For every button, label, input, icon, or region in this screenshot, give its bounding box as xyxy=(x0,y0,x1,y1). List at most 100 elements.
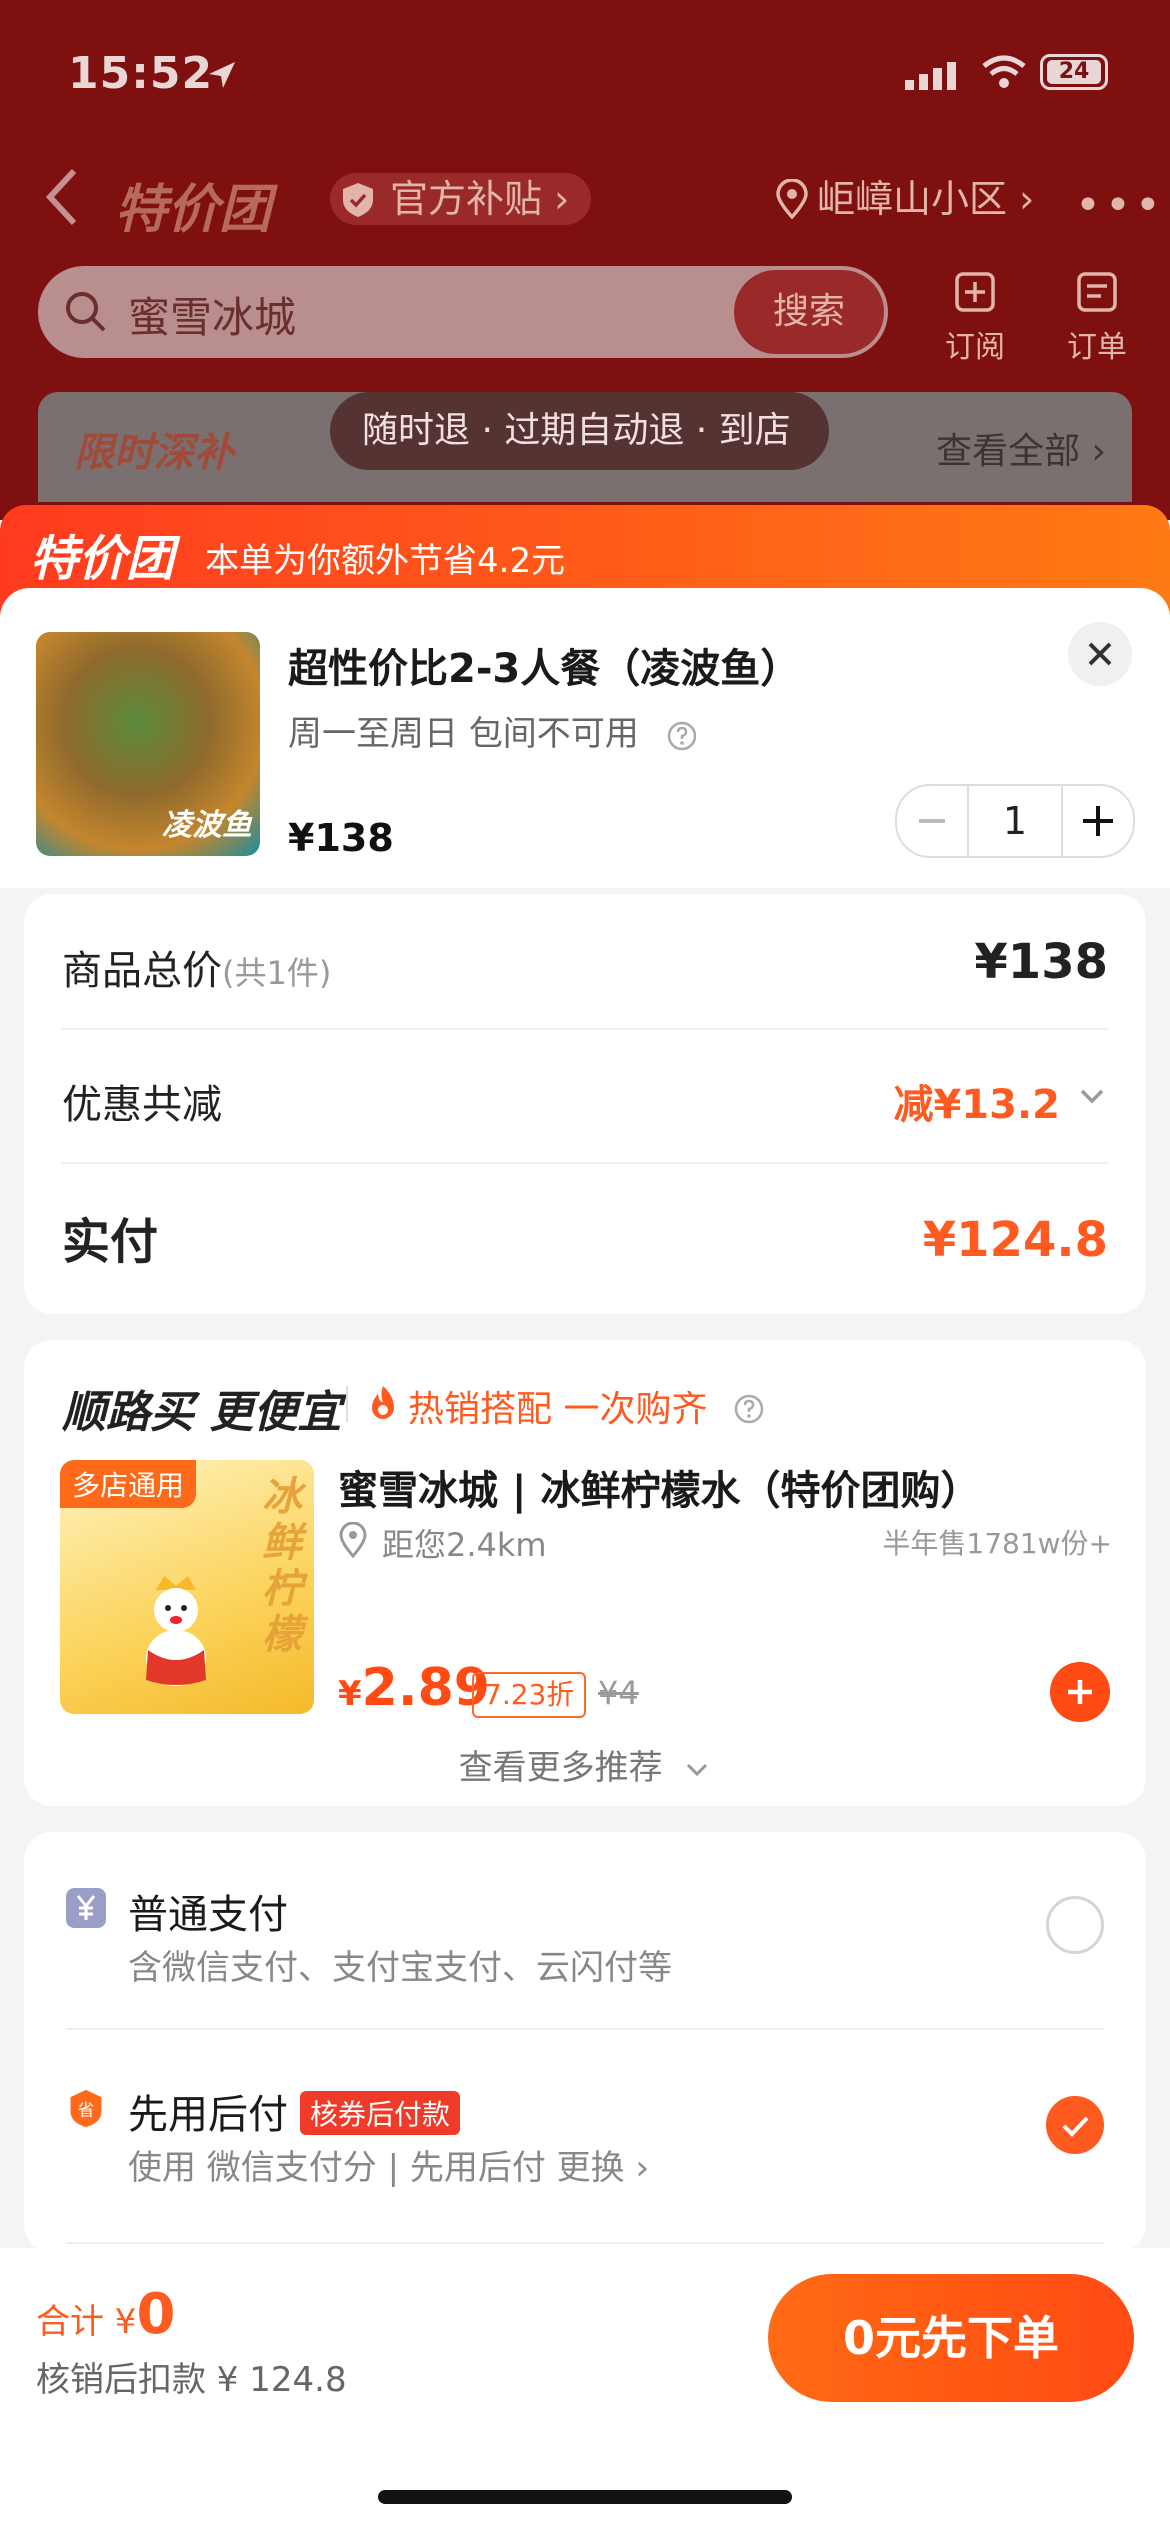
promo-label: 限时深补 xyxy=(74,430,234,476)
product-price: ¥138 xyxy=(288,816,394,860)
later-pay-name-text: 先用后付 xyxy=(128,2092,288,2138)
chevron-down-icon xyxy=(1080,1089,1104,1104)
close-icon xyxy=(1088,642,1112,666)
minus-icon xyxy=(919,819,945,823)
subsidy-badge[interactable]: 官方补贴 › xyxy=(330,173,592,225)
total-value: ¥138 xyxy=(974,934,1108,990)
multi-store-tag: 多店通用 xyxy=(60,1460,197,1508)
search-icon xyxy=(66,292,106,332)
hot-combo-label: 热销搭配 一次购齐 xyxy=(366,1380,765,1432)
total-label: 商品总价(共1件) xyxy=(62,938,331,996)
product-availability: 周一至周日 包间不可用 xyxy=(288,714,639,754)
fire-icon xyxy=(372,1386,394,1419)
more-icon[interactable]: ••• xyxy=(1075,180,1165,231)
product-subtitle: 周一至周日 包间不可用 xyxy=(288,706,698,755)
after-redeem-text: 核销后扣款 ¥ 124.8 xyxy=(36,2360,347,2400)
price-summary-card: 商品总价(共1件) ¥138 优惠共减 减¥13.2 实付 ¥124.8 xyxy=(24,894,1146,1314)
plus-icon xyxy=(1083,806,1113,836)
search-button[interactable]: 搜索 xyxy=(734,270,884,354)
status-bar: 15:52 24 xyxy=(0,40,1170,110)
heading-divider xyxy=(346,1386,348,1422)
toast-message: 随时退 · 过期自动退 · 到店 xyxy=(330,392,829,470)
recommend-title[interactable]: 蜜雪冰城 | 冰鲜柠檬水（特价团购） xyxy=(338,1458,980,1516)
image-caption: 冰鲜柠檬 xyxy=(262,1474,302,1658)
status-time: 15:52 xyxy=(68,48,214,99)
original-price: ¥4 xyxy=(598,1674,639,1712)
price-value: 2.89 xyxy=(361,1658,490,1718)
discount-row[interactable]: 优惠共减 减¥13.2 xyxy=(62,1028,1108,1164)
discount-label: 优惠共减 xyxy=(62,1082,222,1128)
discount-value: 减¥13.2 xyxy=(893,1072,1108,1130)
orders-icon xyxy=(1077,272,1117,312)
submit-order-button[interactable]: 0元先下单 xyxy=(768,2274,1134,2402)
orders-label: 订单 xyxy=(1067,330,1127,365)
normal-pay-radio[interactable] xyxy=(1046,1896,1104,1954)
shield-icon xyxy=(343,183,373,217)
svg-text:省: 省 xyxy=(78,2100,94,2119)
product-image-label: 凌波鱼 xyxy=(162,808,252,843)
add-item-button[interactable] xyxy=(1050,1662,1110,1722)
paid-label: 实付 xyxy=(62,1214,159,1270)
decrease-button[interactable] xyxy=(897,786,967,856)
close-button[interactable] xyxy=(1068,622,1132,686)
product-title: 超性价比2-3人餐（凌波鱼） xyxy=(288,646,801,692)
recommend-distance: 距您2.4km xyxy=(338,1520,547,1566)
location-pin-icon xyxy=(339,1522,367,1558)
recommend-heading: 顺路买 更便宜 xyxy=(62,1387,342,1438)
subscribe-button[interactable]: 订阅 xyxy=(930,270,1020,366)
chevron-down-icon xyxy=(687,1763,708,1777)
product-image: 凌波鱼 xyxy=(36,632,260,856)
wifi-icon xyxy=(982,55,1026,88)
subscribe-label: 订阅 xyxy=(945,330,1005,365)
more-recommendations-label: 查看更多推荐 xyxy=(458,1748,663,1788)
price-symbol: ¥ xyxy=(338,1674,362,1714)
battery-icon: 24 xyxy=(1040,54,1108,90)
check-icon xyxy=(1062,2116,1089,2137)
payment-divider xyxy=(66,2028,1104,2030)
increase-button[interactable] xyxy=(1063,786,1133,856)
recommend-image[interactable]: 多店通用 冰鲜柠檬 xyxy=(60,1460,314,1714)
later-pay-name: 先用后付 核券后付款 xyxy=(128,2082,461,2140)
paid-value: ¥124.8 xyxy=(922,1212,1108,1268)
home-indicator[interactable] xyxy=(378,2490,792,2504)
normal-pay-name: 普通支付 xyxy=(128,1892,288,1938)
help-icon[interactable] xyxy=(666,720,698,752)
hot-combo-text: 热销搭配 一次购齐 xyxy=(408,1389,708,1430)
later-pay-desc[interactable]: 使用 微信支付分 | 先用后付 更换 › xyxy=(128,2140,649,2189)
more-recommendations-link[interactable]: 查看更多推荐 xyxy=(24,1740,1146,1789)
quantity-value[interactable]: 1 xyxy=(967,786,1063,856)
help-icon[interactable] xyxy=(733,1393,765,1425)
recommend-price: ¥2.89 xyxy=(338,1658,490,1718)
orders-button[interactable]: 订单 xyxy=(1052,270,1142,366)
paid-row: 实付 ¥124.8 xyxy=(62,1162,1108,1296)
top-nav: 特价团 官方补贴 › 岠嶂山小区 › ••• xyxy=(0,155,1170,245)
payment-method-card: 普通支付 含微信支付、支付宝支付、云闪付等 省 先用后付 核券后付款 使用 微信支… xyxy=(24,1832,1146,2252)
total-count: (共1件) xyxy=(222,954,332,992)
location-label: 岠嶂山小区 › xyxy=(817,177,1035,221)
search-input[interactable]: 蜜雪冰城 xyxy=(128,284,296,345)
total-label-text: 商品总价 xyxy=(62,948,222,994)
total-amount-label: 合计 ¥ xyxy=(36,2302,137,2342)
later-pay-radio[interactable] xyxy=(1046,2096,1104,2154)
product-section: 凌波鱼 超性价比2-3人餐（凌波鱼） 周一至周日 包间不可用 ¥138 1 xyxy=(0,588,1170,888)
snowman-mascot-icon xyxy=(146,1576,206,1686)
checkout-sheet: 凌波鱼 超性价比2-3人餐（凌波鱼） 周一至周日 包间不可用 ¥138 1 商品… xyxy=(0,588,1170,2532)
payment-option-normal[interactable]: 普通支付 含微信支付、支付宝支付、云闪付等 xyxy=(66,1882,1104,1992)
battery-level: 24 xyxy=(1047,60,1101,84)
banner-text: 本单为你额外节省4.2元 xyxy=(205,541,566,581)
total-amount-value: 0 xyxy=(136,2282,176,2347)
quantity-stepper: 1 xyxy=(895,784,1135,858)
plus-icon xyxy=(1068,1680,1092,1704)
payment-option-later[interactable]: 省 先用后付 核券后付款 使用 微信支付分 | 先用后付 更换 › xyxy=(66,2082,1104,2192)
location-selector[interactable]: 岠嶂山小区 › xyxy=(775,173,1034,225)
search-bar[interactable]: 蜜雪冰城 搜索 xyxy=(38,266,888,358)
save-badge-icon: 省 xyxy=(70,2089,102,2128)
subscribe-icon xyxy=(955,272,995,312)
total-amount: 合计 ¥0 xyxy=(36,2282,175,2347)
total-row: 商品总价(共1件) ¥138 xyxy=(62,894,1108,1030)
distance-text: 距您2.4km xyxy=(382,1526,547,1564)
view-all-link[interactable]: 查看全部 › xyxy=(936,422,1106,474)
back-icon[interactable] xyxy=(42,165,82,229)
payment-divider xyxy=(66,2242,1104,2244)
subsidy-label: 官方补贴 › xyxy=(390,177,570,221)
